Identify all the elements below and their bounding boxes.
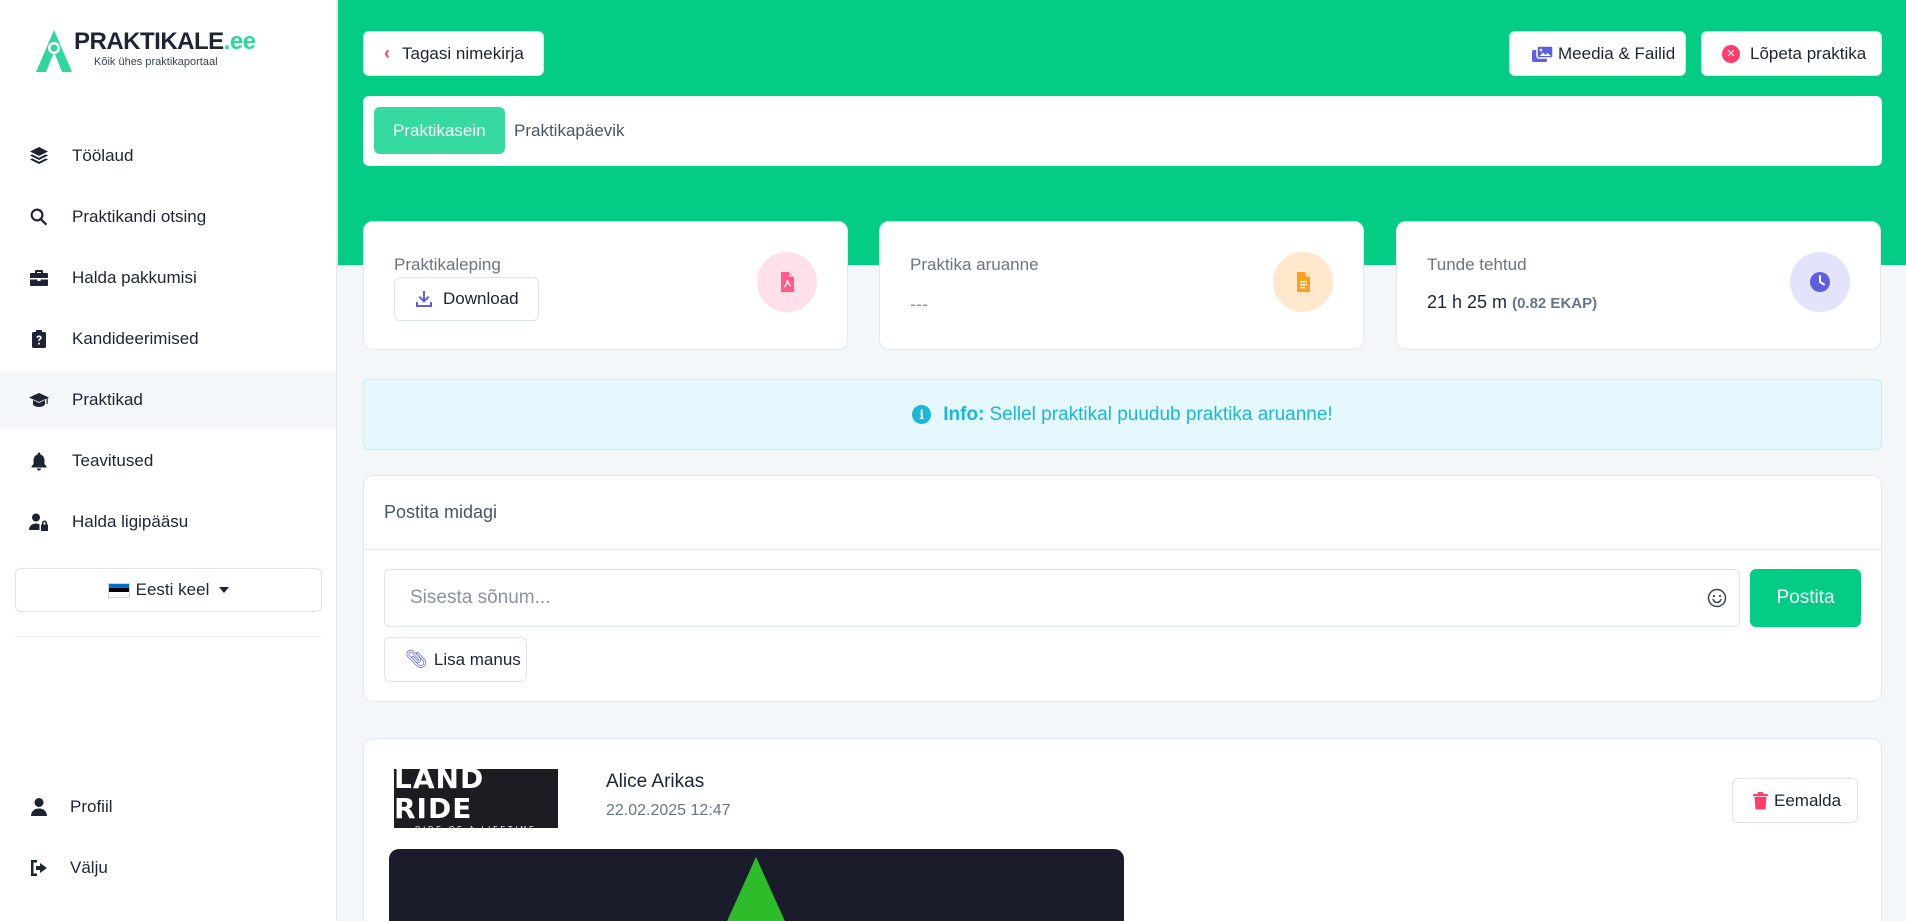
hours-card: Tunde tehtud 21 h 25 m (0.82 EKAP) (1396, 221, 1881, 350)
end-internship-button[interactable]: ✕ Lõpeta praktika (1701, 31, 1882, 76)
sidebar-item-teavitused[interactable]: Teavitused (0, 432, 336, 490)
sidebar-item-valju[interactable]: Välju (0, 839, 336, 897)
hours-label: Tunde tehtud (1427, 255, 1527, 274)
bell-icon (28, 450, 50, 472)
media-button-label: Meedia & Failid (1558, 43, 1676, 63)
ekap-value: (0.82 EKAP) (1512, 295, 1598, 312)
clock-icon (1790, 252, 1850, 312)
sidebar-item-praktikandi-otsing[interactable]: Praktikandi otsing (0, 188, 336, 246)
info-circle-icon: i (912, 405, 932, 424)
end-button-label: Lõpeta praktika (1750, 43, 1867, 63)
alert-strong: Info: (943, 403, 985, 425)
caret-down-icon (219, 587, 230, 593)
emoji-icon[interactable] (1707, 588, 1727, 608)
info-alert: i Info: Sellel praktikal puudub praktika… (363, 379, 1882, 450)
post-author: Alice Arikas (606, 771, 705, 792)
sign-out-icon (28, 857, 50, 879)
main-content: ‹ Tagasi nimekirja Meedia & Failid ✕ Lõp… (338, 0, 1906, 921)
logo-title: PRAKTIKALE.ee (74, 28, 256, 55)
post-composer: Postita midagi Sisesta sõnum... Postita … (363, 475, 1882, 702)
post-media-preview[interactable] (389, 849, 1124, 921)
photo-video-icon (1532, 44, 1554, 62)
app-logo[interactable]: PRAKTIKALE.ee Kõik ühes praktikaportaal (32, 26, 262, 78)
sidebar-item-halda-ligipaasu[interactable]: Halda ligipääsu (0, 493, 336, 551)
feed-post: LAND RIDE RIDE OF A LIFETIME Alice Arika… (363, 738, 1882, 921)
logo-mark-icon (36, 30, 72, 72)
sidebar-item-toolaud[interactable]: Töölaud (0, 127, 336, 185)
message-input[interactable]: Sisesta sõnum... (384, 569, 1740, 627)
user-icon (28, 796, 50, 818)
tab-bar: Praktikasein Praktikapäevik (363, 96, 1882, 166)
sidebar-item-praktikad[interactable]: Praktikad (0, 371, 336, 429)
sidebar-item-label: Kandideerimised (72, 329, 199, 348)
remove-button-label: Eemalda (1774, 790, 1842, 810)
sidebar-item-label: Välju (70, 858, 108, 877)
sidebar-bottom-nav: Profiil Välju (0, 778, 336, 900)
sidebar-nav: Töölaud Praktikandi otsing Halda pakkumi… (0, 127, 336, 554)
attach-button-label: Lisa manus (433, 649, 521, 669)
sidebar-item-label: Halda ligipääsu (72, 512, 189, 531)
sidebar-item-label: Praktikad (72, 390, 143, 409)
report-label: Praktika aruanne (910, 255, 1039, 274)
sidebar: PRAKTIKALE.ee Kõik ühes praktikaportaal … (0, 0, 337, 921)
company-logo: LAND RIDE RIDE OF A LIFETIME (394, 764, 558, 833)
trash-icon (1753, 791, 1768, 809)
sidebar-item-kandideerimised[interactable]: Kandideerimised (0, 310, 336, 368)
language-label: Eesti keel (135, 580, 210, 599)
sidebar-item-label: Teavitused (72, 451, 154, 470)
media-files-button[interactable]: Meedia & Failid (1509, 31, 1686, 76)
sidebar-divider (15, 636, 322, 637)
search-icon (28, 206, 50, 228)
back-to-list-button[interactable]: ‹ Tagasi nimekirja (363, 31, 544, 76)
sidebar-item-halda-pakkumisi[interactable]: Halda pakkumisi (0, 249, 336, 307)
report-card: Praktika aruanne --- (879, 221, 1364, 350)
company-logo-tagline: RIDE OF A LIFETIME (415, 826, 537, 833)
alert-text: Sellel praktikal puudub praktika aruanne… (989, 403, 1333, 425)
sidebar-item-label: Praktikandi otsing (72, 207, 207, 226)
company-logo-main: LAND RIDE (394, 762, 485, 825)
pdf-file-icon (757, 252, 817, 312)
contract-card: Praktikaleping Download (363, 221, 848, 350)
chevron-left-icon: ‹ (384, 43, 390, 63)
remove-post-button[interactable]: Eemalda (1732, 778, 1858, 823)
user-lock-icon (28, 511, 50, 533)
logo-subtitle: Kõik ühes praktikaportaal (94, 56, 218, 68)
contract-label: Praktikaleping (394, 255, 501, 274)
file-lines-icon (1273, 252, 1333, 312)
post-button[interactable]: Postita (1750, 569, 1861, 627)
close-circle-icon: ✕ (1722, 44, 1740, 63)
layers-icon (28, 145, 50, 167)
tab-praktikapaevik[interactable]: Praktikapäevik (495, 107, 644, 154)
download-button-label: Download (443, 289, 519, 308)
hours-value: 21 h 25 m (0.82 EKAP) (1427, 292, 1598, 312)
sidebar-item-label: Töölaud (72, 146, 134, 165)
sidebar-item-profiil[interactable]: Profiil (0, 778, 336, 836)
green-triangle-image (727, 857, 785, 921)
clipboard-question-icon (28, 328, 50, 350)
report-value: --- (910, 294, 928, 314)
download-contract-button[interactable]: Download (394, 277, 539, 321)
composer-title: Postita midagi (364, 476, 1881, 550)
message-placeholder: Sisesta sõnum... (410, 587, 551, 608)
estonian-flag-icon (107, 582, 130, 598)
back-button-label: Tagasi nimekirja (402, 43, 524, 63)
language-dropdown[interactable]: Eesti keel (15, 568, 322, 612)
tab-praktikasein[interactable]: Praktikasein (374, 107, 505, 154)
download-icon (416, 291, 432, 307)
add-attachment-button[interactable]: 📎︎ Lisa manus (384, 637, 527, 682)
sidebar-item-label: Profiil (70, 797, 113, 816)
briefcase-icon (28, 267, 50, 289)
paperclip-icon: 📎︎ (405, 649, 428, 669)
sidebar-item-label: Halda pakkumisi (72, 268, 197, 287)
post-timestamp: 22.02.2025 12:47 (606, 802, 731, 819)
graduation-cap-icon (28, 389, 50, 411)
